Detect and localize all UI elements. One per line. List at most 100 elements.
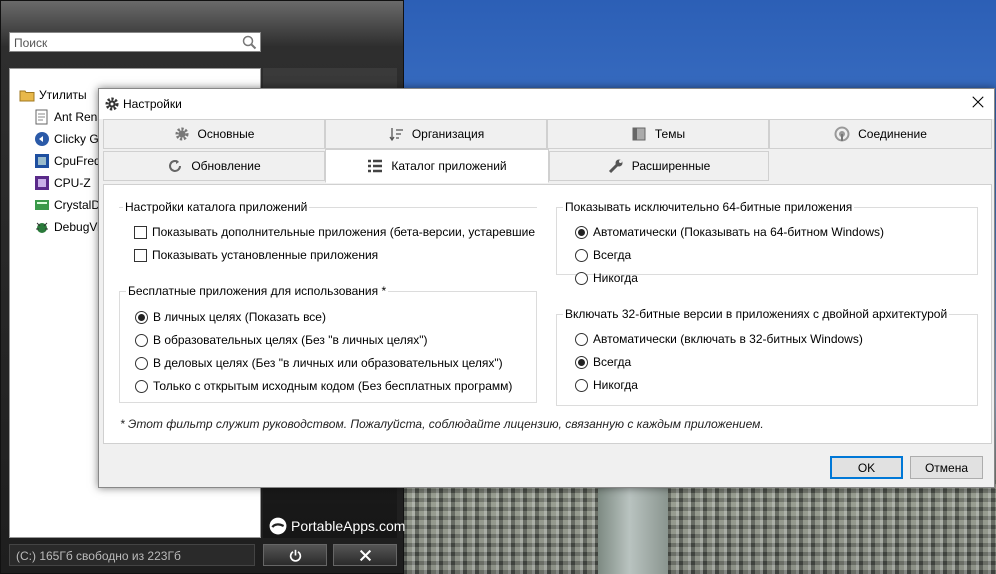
app-label: CrystalDi [54, 198, 103, 212]
radio-business[interactable]: В деловых целях (Без "в личных или образ… [135, 356, 503, 370]
tab-connection[interactable]: Соединение [769, 119, 992, 149]
search-icon[interactable] [241, 34, 257, 50]
radio-x64-never[interactable]: Никогда [575, 271, 638, 285]
radio-x64-auto[interactable]: Автоматически (Показывать на 64-битном W… [575, 225, 884, 239]
radio-label: Никогда [593, 271, 638, 285]
radio-label: Всегда [593, 355, 632, 369]
radio-label: Автоматически (Показывать на 64-битном W… [593, 225, 885, 239]
radio-x32-always[interactable]: Всегда [575, 355, 631, 369]
tab-themes[interactable]: Темы [547, 119, 769, 149]
cancel-button[interactable]: Отмена [910, 456, 983, 479]
tab-label: Организация [411, 127, 485, 141]
tab-label: Расширенные [631, 159, 711, 173]
drive-status: (C:) 165Гб свободно из 223Гб [9, 544, 255, 566]
tab-label: Соединение [858, 127, 927, 141]
radio-button[interactable] [575, 355, 588, 369]
radio-label: Только с открытым исходным кодом (Без бе… [153, 379, 513, 393]
app-label: DebugVi [54, 220, 100, 234]
radio-button[interactable] [575, 378, 588, 392]
x64-only-group: Показывать исключительно 64-битные прило… [556, 200, 978, 285]
search-input[interactable]: Поиск [9, 32, 261, 52]
folder-icon [19, 90, 35, 102]
update-icon [169, 160, 182, 172]
ok-button[interactable]: OK [830, 456, 903, 479]
app-label: CPU-Z [54, 176, 91, 190]
radio-x32-auto[interactable]: Автоматически (включать в 32-битных Wind… [575, 332, 863, 346]
radio-button[interactable] [575, 332, 588, 346]
free-apps-group: Бесплатные приложения для использования … [119, 284, 537, 403]
cpu-z-icon [35, 176, 49, 190]
checkbox-box[interactable] [134, 248, 147, 262]
app-label: CpuFreq [54, 154, 101, 168]
logo-text: PortableApps.com [291, 518, 406, 534]
radio-label: В личных целях (Показать все) [153, 310, 326, 324]
close-icon [972, 96, 984, 108]
catalog-list-icon [368, 159, 383, 173]
wrench-icon [608, 159, 623, 174]
ant-renamer-icon [35, 109, 48, 125]
portableapps-logo[interactable]: PortableApps.com [269, 517, 405, 535]
radio-open-source[interactable]: Только с открытым исходным кодом (Без бе… [135, 379, 512, 393]
dialog-title: Настройки [123, 97, 182, 111]
gear-icon [105, 97, 119, 111]
tab-label: Основные [197, 127, 255, 141]
cpufreq-icon [35, 154, 49, 168]
tab-general[interactable]: Основные [103, 119, 325, 149]
sort-icon [389, 128, 403, 142]
close-icon [359, 549, 371, 561]
wallpaper-city [400, 480, 996, 574]
tab-panel-app-catalog: Настройки каталога приложений Показывать… [103, 184, 992, 444]
debugview-icon [36, 222, 48, 233]
tab-organization[interactable]: Организация [325, 119, 547, 149]
show-extra-apps-checkbox[interactable]: Показывать дополнительные приложения (бе… [134, 225, 535, 239]
portableapps-logo-icon [269, 517, 287, 535]
tab-label: Обновление [191, 159, 261, 173]
title-bar[interactable]: Настройки [99, 89, 994, 119]
group-legend: Включать 32-битные версии в приложениях … [563, 307, 950, 321]
tab-update[interactable]: Обновление [103, 151, 325, 181]
crystaldisk-icon [35, 200, 49, 210]
group-legend: Бесплатные приложения для использования … [126, 284, 389, 298]
tab-app-catalog[interactable]: Каталог приложений [325, 149, 549, 183]
group-legend: Настройки каталога приложений [123, 200, 310, 214]
power-icon [289, 549, 301, 562]
radio-button[interactable] [575, 225, 588, 239]
tab-label: Темы [654, 127, 686, 141]
radio-button[interactable] [135, 333, 148, 347]
theme-icon [632, 127, 646, 141]
app-label: Ant Rena [54, 110, 105, 124]
radio-x64-always[interactable]: Всегда [575, 248, 631, 262]
power-button[interactable] [263, 544, 327, 566]
tab-advanced[interactable]: Расширенные [549, 151, 769, 181]
radio-x32-never[interactable]: Никогда [575, 378, 638, 392]
show-installed-apps-checkbox[interactable]: Показывать установленные приложения [134, 248, 378, 262]
radio-button[interactable] [575, 271, 588, 285]
group-legend: Показывать исключительно 64-битные прило… [563, 200, 855, 214]
folder-label: Утилиты [39, 88, 87, 102]
radio-button[interactable] [135, 379, 148, 393]
wallpaper-tower [598, 486, 668, 574]
x32-include-group: Включать 32-битные версии в приложениях … [556, 307, 978, 406]
gear-icon [175, 127, 189, 141]
close-menu-button[interactable] [333, 544, 397, 566]
radio-label: В деловых целях (Без "в личных или образ… [153, 356, 503, 370]
radio-label: В образовательных целях (Без "в личных ц… [153, 333, 428, 347]
radio-button[interactable] [135, 356, 148, 370]
search-placeholder: Поиск [14, 36, 48, 50]
radio-label: Автоматически (включать в 32-битных Wind… [593, 332, 863, 346]
checkbox-label: Показывать установленные приложения [152, 248, 379, 262]
radio-educational[interactable]: В образовательных целях (Без "в личных ц… [135, 333, 428, 347]
clicky-gone-icon [35, 132, 49, 146]
connection-icon [834, 126, 850, 142]
radio-label: Никогда [593, 378, 638, 392]
close-dialog-button[interactable] [970, 95, 986, 111]
radio-button[interactable] [575, 248, 588, 262]
catalog-settings-group: Настройки каталога приложений Показывать… [119, 200, 537, 269]
license-note: * Этот фильтр служит руководством. Пожал… [120, 417, 764, 431]
folder-utilities[interactable]: Утилиты [19, 87, 87, 103]
radio-label: Всегда [593, 248, 632, 262]
radio-button[interactable] [135, 310, 148, 324]
tab-label: Каталог приложений [391, 159, 507, 173]
checkbox-box[interactable] [134, 225, 147, 239]
radio-personal[interactable]: В личных целях (Показать все) [135, 310, 326, 324]
